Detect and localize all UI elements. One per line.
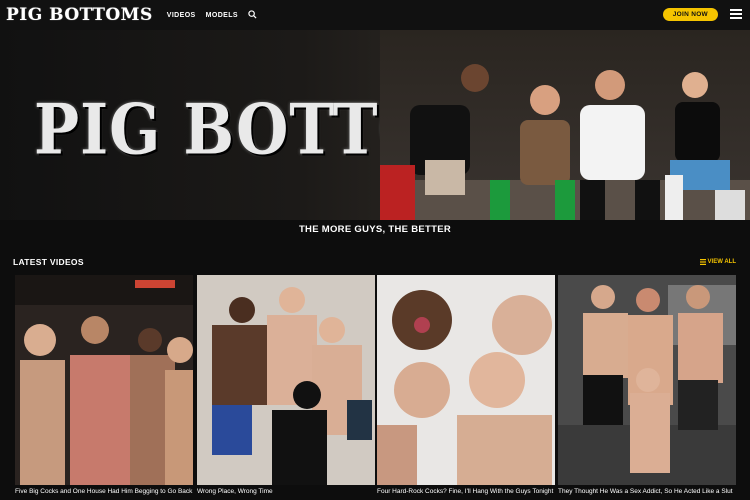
grid-icon — [699, 259, 706, 265]
hero-group-photo — [380, 30, 750, 220]
video-thumbnail[interactable] — [197, 275, 375, 485]
nav-models-link[interactable]: MODELS — [206, 12, 238, 19]
join-now-button[interactable]: JOIN NOW — [662, 8, 718, 21]
video-title[interactable]: They Thought He Was a Sex Addict, So He … — [558, 488, 748, 495]
video-title[interactable]: Wrong Place, Wrong Time — [197, 488, 387, 495]
view-all-link[interactable]: VIEW ALL — [699, 259, 736, 265]
video-card[interactable]: They Thought He Was a Sex Addict, So He … — [558, 275, 736, 500]
video-title[interactable]: Four Hard-Rock Cocks? Fine, I'll Hang Wi… — [377, 488, 567, 495]
video-thumbnail[interactable] — [377, 275, 555, 485]
latest-videos-grid: Five Big Cocks and One House Had Him Beg… — [15, 275, 740, 500]
video-title[interactable]: Five Big Cocks and One House Had Him Beg… — [15, 488, 205, 495]
latest-videos-heading: LATEST VIDEOS — [13, 257, 84, 267]
video-card[interactable]: Wrong Place, Wrong Time — [197, 275, 375, 500]
video-card[interactable]: Five Big Cocks and One House Had Him Beg… — [15, 275, 193, 500]
search-icon[interactable] — [248, 10, 258, 20]
hamburger-menu-icon[interactable] — [730, 9, 742, 19]
video-thumbnail[interactable] — [15, 275, 193, 485]
hero-tagline: THE MORE GUYS, THE BETTER — [0, 220, 750, 242]
nav-videos-link[interactable]: VIDEOS — [167, 12, 196, 19]
site-logo[interactable]: PIG BOTTOMS — [6, 5, 153, 25]
hero-banner[interactable]: PIG BOTTOMS — [0, 30, 750, 220]
video-card[interactable]: Four Hard-Rock Cocks? Fine, I'll Hang Wi… — [377, 275, 555, 500]
view-all-label: VIEW ALL — [707, 259, 736, 265]
top-nav-bar: PIG BOTTOMS VIDEOS MODELS JOIN NOW — [0, 0, 750, 30]
video-thumbnail[interactable] — [558, 275, 736, 485]
